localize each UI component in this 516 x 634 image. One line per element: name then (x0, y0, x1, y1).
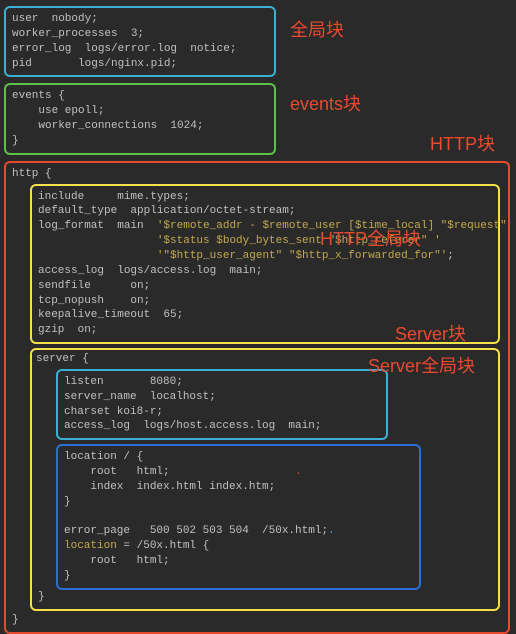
global-block-label: 全局块 (290, 16, 344, 42)
server-block-label: Server块 (395, 320, 466, 346)
server-close-code: } (36, 590, 498, 605)
location-block-box: location / { root html; . index index.ht… (56, 444, 421, 590)
server-global-code: listen 8080; server_name localhost; char… (64, 375, 380, 434)
location-code: location / { root html; . index index.ht… (64, 450, 413, 584)
http-global-code: include mime.types; default_type applica… (38, 190, 492, 338)
dot-icon: . (295, 466, 302, 478)
events-block-box: events { use epoll; worker_connections 1… (4, 83, 276, 154)
http-close-code: } (12, 613, 508, 628)
global-block-code: user nobody; worker_processes 3; error_l… (12, 12, 266, 71)
events-block-label: events块 (290, 90, 361, 116)
global-block-box: user nobody; worker_processes 3; error_l… (4, 6, 276, 77)
http-block-box: http { include mime.types; default_type … (4, 161, 510, 634)
http-open-code: http { (12, 167, 508, 182)
http-block-label: HTTP块 (430, 130, 495, 156)
server-global-label: Server全局块 (368, 352, 475, 378)
dot-icon: . (328, 525, 335, 537)
server-global-box: listen 8080; server_name localhost; char… (56, 369, 388, 440)
http-global-label: HTTP全局块 (320, 225, 421, 251)
server-block-box: server { listen 8080; server_name localh… (30, 348, 500, 611)
events-block-code: events { use epoll; worker_connections 1… (12, 89, 266, 148)
